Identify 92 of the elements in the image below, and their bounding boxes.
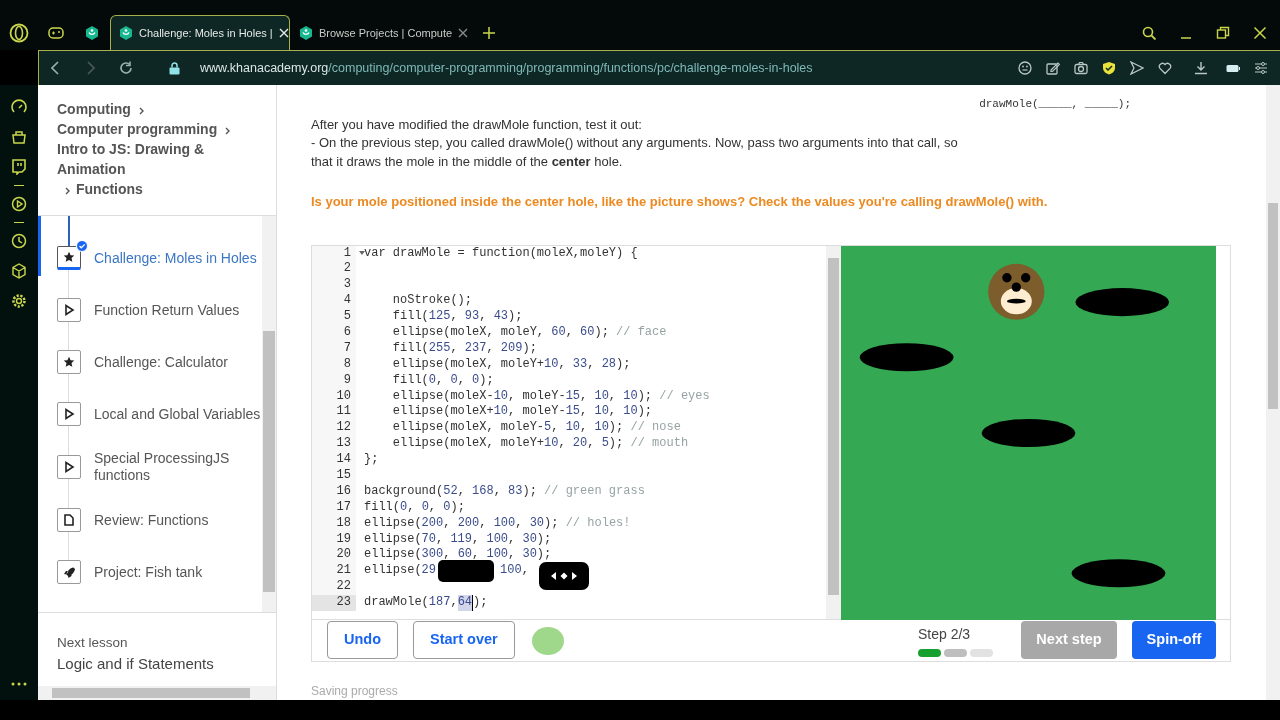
send-icon[interactable] bbox=[1130, 61, 1144, 75]
code-line: noStroke(); bbox=[391, 293, 473, 310]
breadcrumb-link[interactable]: Functions bbox=[76, 179, 143, 199]
lock-icon bbox=[169, 61, 180, 75]
line-number: 22 bbox=[312, 579, 356, 596]
emoji-icon[interactable] bbox=[1018, 61, 1032, 75]
lesson-link[interactable]: Challenge: Calculator bbox=[94, 353, 228, 371]
instruction-text: After you have modified the drawMole function, test it out: bbox=[311, 115, 643, 134]
code-line: ellipse(moleX-10, moleY-15, 10, 10); // eyes bbox=[391, 388, 710, 405]
status-text: Saving progress bbox=[311, 683, 399, 700]
settings-icon[interactable] bbox=[1254, 61, 1268, 75]
lesson-link[interactable]: Project: Fish tank bbox=[94, 563, 203, 581]
download-icon[interactable] bbox=[1194, 61, 1208, 75]
bag-icon[interactable] bbox=[11, 129, 27, 145]
lesson-link[interactable]: Local and Global Variables bbox=[94, 405, 261, 423]
spin-off-button[interactable]: Spin-off bbox=[1132, 621, 1216, 660]
line-number: 11 bbox=[312, 404, 356, 421]
code-line: ellipse(200, 200, 100, 30); // holes! bbox=[364, 515, 631, 532]
code-line: fill(0, 0, 0); bbox=[391, 372, 494, 389]
line-number: 12 bbox=[312, 420, 356, 437]
site-logo-icon bbox=[299, 25, 313, 41]
line-number: 13 bbox=[312, 436, 356, 453]
line-number: 3 bbox=[312, 277, 356, 294]
lesson-link[interactable]: Review: Functions bbox=[94, 511, 209, 529]
lesson-link[interactable]: Challenge: Moles in Holes bbox=[94, 249, 257, 267]
scrollbar[interactable] bbox=[826, 245, 841, 619]
code-line: ellipse(moleX, moleY-5, 10, 10); // nose bbox=[391, 420, 681, 437]
lesson-link[interactable]: Function Return Values bbox=[94, 301, 240, 319]
code-line: }; bbox=[364, 452, 379, 468]
code-line: drawMole(187,64); bbox=[364, 595, 488, 611]
site-logo-icon bbox=[119, 25, 133, 41]
scrollbar[interactable] bbox=[1266, 85, 1280, 700]
breadcrumb-link[interactable]: Computer programming bbox=[57, 119, 218, 139]
code-line: ellipse(moleX, moleY+10, 33, 28); bbox=[391, 356, 631, 373]
line-number: 4 bbox=[312, 293, 356, 310]
next-lesson-link[interactable]: Logic and if Statements bbox=[57, 653, 257, 676]
browser-tab[interactable]: Browse Projects | Compute bbox=[290, 15, 475, 50]
lesson-link[interactable]: Special ProcessingJS functions bbox=[94, 450, 262, 484]
breadcrumb-link[interactable]: Computing bbox=[57, 99, 131, 119]
code-snippet: drawMole(_____, _____); bbox=[979, 97, 1131, 112]
instruction-text: - On the previous step, you called drawMole() without any arguments. Now, pass two arguments into that call, so that it draws the mole in the middle of the center hole. bbox=[311, 134, 959, 171]
site-logo-icon[interactable] bbox=[85, 24, 99, 41]
code-line: var drawMole = function(moleX,moleY) { bbox=[364, 245, 638, 262]
line-number: 2 bbox=[312, 261, 356, 278]
code-line: ellipse(70, 119, 100, 30); bbox=[364, 531, 552, 548]
code-line: background(52, 168, 83); // green grass bbox=[364, 483, 645, 500]
shield-icon[interactable] bbox=[1102, 61, 1116, 75]
code-line: ellipse(moleX, moleY+10, 20, 5); // mouth bbox=[391, 436, 689, 453]
scrollbar[interactable] bbox=[38, 686, 276, 700]
scrollbar[interactable] bbox=[262, 216, 276, 612]
code-editor[interactable] bbox=[312, 245, 841, 619]
clock-icon[interactable] bbox=[11, 233, 27, 249]
avatar-icon bbox=[529, 624, 566, 657]
browser-logo-icon[interactable] bbox=[9, 22, 29, 43]
step-counter: Step 2/3 bbox=[918, 624, 972, 644]
close-icon[interactable] bbox=[1253, 25, 1267, 40]
browser-tab[interactable]: Challenge: Moles in Holes | bbox=[110, 15, 290, 50]
code-line: ellipse(300, 60, 100, 30); bbox=[364, 547, 552, 564]
breadcrumb-link[interactable]: Intro to JS: Drawing & Animation bbox=[57, 139, 258, 179]
gamepad-icon[interactable] bbox=[48, 26, 64, 39]
cube-icon[interactable] bbox=[11, 263, 27, 279]
line-number: 20 bbox=[312, 547, 356, 564]
restore-icon[interactable] bbox=[1216, 25, 1230, 40]
line-number: 14 bbox=[312, 452, 356, 468]
speedometer-icon[interactable] bbox=[11, 99, 27, 115]
search-icon[interactable] bbox=[1142, 25, 1156, 40]
play-icon[interactable] bbox=[11, 196, 27, 212]
line-number: 5 bbox=[312, 309, 356, 325]
fold-icon[interactable] bbox=[359, 250, 365, 255]
code-line: fill(0, 0, 0); bbox=[364, 499, 465, 516]
undo-button[interactable]: Undo bbox=[327, 621, 399, 660]
settings-icon[interactable] bbox=[11, 293, 27, 309]
hint-text: Is your mole positioned inside the center hole, like the picture shows? Check the values you're calling drawMole() with. bbox=[311, 193, 1049, 211]
heart-icon[interactable] bbox=[1158, 61, 1172, 75]
mole-drawing bbox=[988, 263, 1045, 320]
chat-icon[interactable] bbox=[11, 159, 27, 175]
edit-icon[interactable] bbox=[1046, 61, 1060, 75]
close-icon[interactable] bbox=[458, 28, 469, 38]
code-line: fill(255, 237, 209); bbox=[391, 340, 537, 357]
reload-icon[interactable] bbox=[119, 61, 133, 75]
number-scrubber-icon[interactable] bbox=[550, 571, 577, 582]
more-icon[interactable] bbox=[11, 682, 27, 686]
back-icon[interactable] bbox=[51, 61, 59, 75]
line-number: 23 bbox=[312, 595, 356, 611]
code-line: ellipse(moleX, moleY, 60, 60); // face bbox=[391, 324, 667, 341]
camera-icon[interactable] bbox=[1074, 61, 1088, 75]
code-line: ellipse(moleX+10, moleY-15, 10, 10); bbox=[391, 404, 653, 421]
code-line: fill(125, 93, 43); bbox=[391, 309, 523, 325]
line-number: 21 bbox=[312, 563, 356, 580]
next-lesson-label: Next lesson bbox=[57, 634, 129, 652]
start-over-button[interactable]: Start over bbox=[413, 621, 515, 660]
new-tab-icon[interactable] bbox=[483, 26, 495, 39]
